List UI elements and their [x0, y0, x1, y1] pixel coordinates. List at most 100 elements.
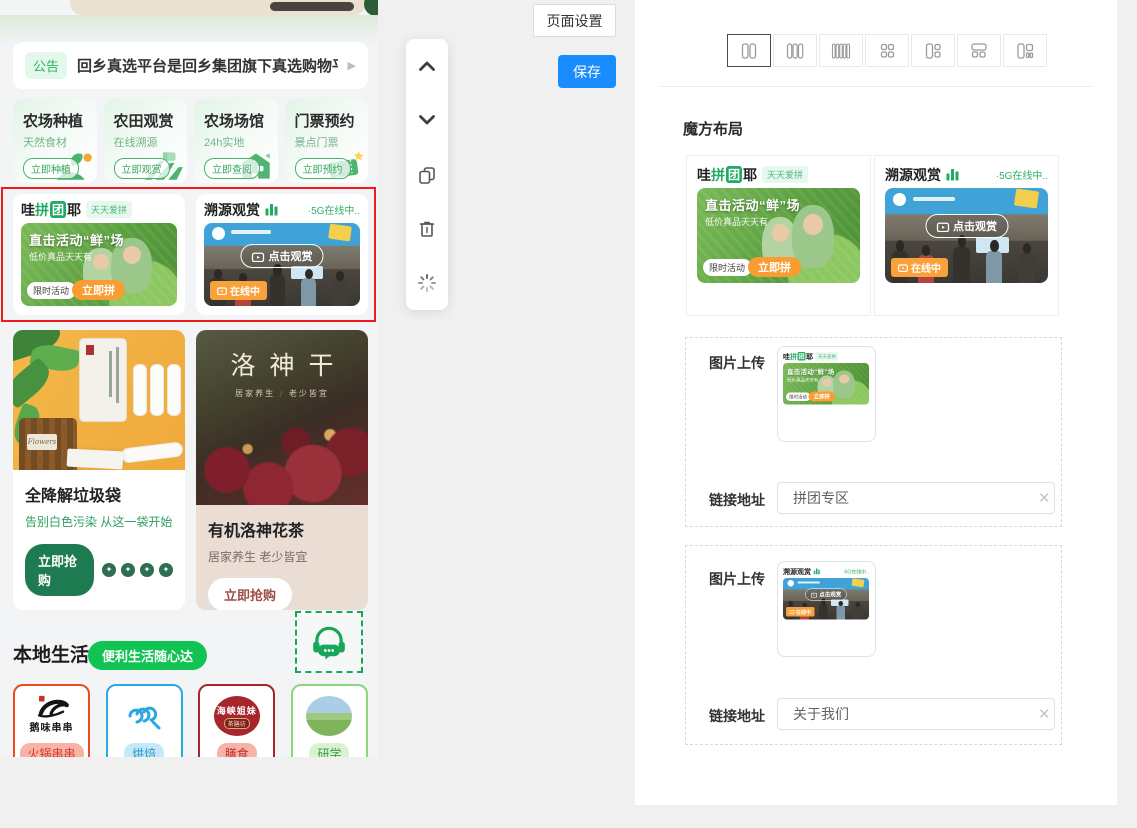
tv-play-icon	[252, 251, 265, 262]
uploaded-image-thumbnail-2[interactable]: 溯源观赏 ·5G在线中.. 点击观赏 在线中	[777, 561, 876, 657]
live-status-text: ·5G在线中..	[308, 202, 360, 217]
layout-option-row	[727, 34, 1047, 67]
groupbuy-banner-card[interactable]: 哇 拼 团 耶 天天爱拼 直击活动“鲜”场 低价真品天天有 限时活动 立即拼	[13, 194, 185, 315]
crowd-person	[270, 274, 286, 306]
live-banner-card[interactable]: 溯源观赏 ·5G在线中.. 点击观赏	[196, 194, 368, 315]
category-card-field-viewing[interactable]: 农田观赏 在线溯源 立即观赏	[104, 99, 188, 183]
category-card-farm-venue[interactable]: 农场场馆 24h实地 立即查阅	[194, 99, 278, 183]
bag-package	[79, 338, 127, 422]
top-banner-product-photo	[270, 2, 354, 11]
link-address-input-2[interactable]	[777, 698, 1055, 730]
category-title: 农田观赏	[114, 110, 188, 131]
live-banner-image[interactable]: 点击观赏 在线中	[204, 223, 360, 306]
category-button[interactable]: 立即预约	[295, 158, 351, 179]
shop-card-bakery[interactable]: 烘焙	[106, 684, 183, 757]
category-card-ticket-booking[interactable]: 门票预约 景点门票 立即预约	[285, 99, 369, 183]
layout-option-1-left-2-right[interactable]	[911, 34, 955, 67]
category-button[interactable]: 立即种植	[23, 158, 79, 179]
buy-now-button[interactable]: 立即抢购	[25, 544, 94, 596]
banner-title-part: 哇	[21, 200, 35, 220]
preview-cell-2[interactable]: 溯源观赏 ·5G在线中.. 点击观赏 在线中	[874, 155, 1059, 316]
shop-card-hotpot[interactable]: 鹅味串串 火锅串串	[13, 684, 90, 757]
uploaded-image-thumbnail-1[interactable]: 哇拼团耶 天天爱拼 直击活动“鲜”场 低价真品天天有 限时活动立即拼	[777, 346, 876, 442]
category-title: 门票预约	[295, 110, 369, 131]
local-life-heading: 本地生活	[13, 640, 89, 667]
link-label: 链接地址	[709, 706, 765, 726]
category-subtitle: 景点门票	[295, 134, 369, 150]
layout-option-3-columns[interactable]	[773, 34, 817, 67]
spinner-icon	[417, 273, 437, 293]
preview-cell-1[interactable]: 哇拼团耶 天天爱拼 直击活动“鲜”场 低价真品天天有 限时活动立即拼	[686, 155, 871, 316]
settings-panel: 魔方布局 哇拼团耶 天天爱拼 直击活动“鲜”场 低价真品天天有 限时活动立即拼 …	[635, 0, 1117, 805]
magic-cube-preview: 哇拼团耶 天天爱拼 直击活动“鲜”场 低价真品天天有 限时活动立即拼 溯源观赏 …	[686, 155, 1060, 316]
product-subtitle: 告别白色污染 从这一袋开始	[25, 513, 173, 530]
category-button[interactable]: 立即查阅	[204, 158, 260, 179]
category-subtitle: 24h实地	[204, 134, 278, 150]
chevron-up-icon	[417, 57, 437, 75]
haixia-sisters-logo: 海峡姐妹 茶膳坊	[214, 692, 260, 736]
phone-preview: 公告 回乡真选平台是回乡集团旗下真选购物平… ▶ 农场种植 天然食材 立即种植 …	[0, 0, 378, 757]
bar-chart-icon	[946, 168, 960, 181]
buy-now-button[interactable]: 立即抢购	[208, 578, 292, 610]
magic-cube-component[interactable]: 哇 拼 团 耶 天天爱拼 直击活动“鲜”场 低价真品天天有 限时活动 立即拼 溯…	[13, 194, 368, 315]
layout-option-grid-2x2[interactable]	[865, 34, 909, 67]
delete-button[interactable]	[416, 218, 438, 240]
move-down-button[interactable]	[416, 109, 438, 131]
roselle-poster: 洛神干 居家养生 / 老少皆宜	[196, 330, 368, 505]
move-up-button[interactable]	[416, 55, 438, 77]
top-banner-avatar	[364, 0, 378, 16]
layout-option-1-top-2-bottom[interactable]	[957, 34, 1001, 67]
garbage-bags-photo: Flowers	[13, 330, 185, 470]
clear-icon[interactable]: ✕	[1038, 489, 1051, 507]
layout-option-5-columns[interactable]	[819, 34, 863, 67]
join-group-button[interactable]: 立即拼	[72, 280, 125, 300]
duplicate-button[interactable]	[416, 164, 438, 186]
eco-certification-icons: ✦✦✦✦	[102, 563, 173, 577]
loading-button[interactable]	[416, 272, 438, 294]
trash-icon	[417, 219, 437, 239]
local-life-slogan-pill: 便利生活随心达	[88, 641, 207, 670]
bag-rolls	[133, 364, 181, 416]
watch-live-button[interactable]: 点击观赏	[241, 244, 324, 268]
save-button[interactable]: 保存	[558, 55, 616, 88]
category-button[interactable]: 立即观赏	[114, 158, 170, 179]
preview-groupbuy-image: 直击活动“鲜”场 低价真品天天有 限时活动立即拼	[697, 188, 860, 283]
product-card-garbage-bags[interactable]: Flowers 全降解垃圾袋 告别白色污染 从这一袋开始 立即抢购 ✦✦✦✦	[13, 330, 185, 610]
product-row: Flowers 全降解垃圾袋 告别白色污染 从这一袋开始 立即抢购 ✦✦✦✦ 洛…	[13, 330, 368, 610]
poster-title: 洛神干	[196, 346, 368, 382]
page-settings-button[interactable]: 页面设置	[533, 4, 616, 37]
layout-option-1-left-3-right[interactable]	[1003, 34, 1047, 67]
field-photo-logo	[306, 692, 352, 736]
shop-card-tea-kitchen[interactable]: 海峡姐妹 茶膳坊 膳食	[198, 684, 275, 757]
image-link-section-1: 图片上传 哇拼团耶 天天爱拼 直击活动“鲜”场 低价真品天天有 限时活动立即拼	[685, 337, 1062, 527]
bag-roll	[120, 441, 183, 463]
shop-tag: 研学	[309, 743, 349, 757]
announcement-bar[interactable]: 公告 回乡真选平台是回乡集团旗下真选购物平… ▶	[13, 42, 368, 89]
clipped-top-banner	[70, 0, 366, 15]
category-title: 农场种植	[23, 110, 97, 131]
panel-title: 魔方布局	[683, 118, 743, 139]
category-card-farm-planting[interactable]: 农场种植 天然食材 立即种植	[13, 99, 97, 183]
live-banner-header: 溯源观赏 ·5G在线中..	[204, 201, 360, 218]
shop-tag: 膳食	[217, 743, 257, 757]
divider	[659, 86, 1093, 87]
online-label: 在线中	[230, 283, 260, 298]
groupbuy-banner-image[interactable]: 直击活动“鲜”场 低价真品天天有 限时活动 立即拼	[21, 223, 177, 306]
category-subtitle: 在线溯源	[114, 134, 188, 150]
banner-title-part: 拼	[35, 200, 49, 220]
product-card-roselle-tea[interactable]: 洛神干 居家养生 / 老少皆宜 有机洛神花茶 居家养生 老少皆宜 立即抢购	[196, 330, 368, 610]
storefront-sign-number	[328, 223, 352, 241]
shop-row: 鹅味串串 火锅串串 烘焙 海峡姐妹 茶膳坊 膳食 研学	[13, 684, 368, 757]
clear-icon[interactable]: ✕	[1038, 705, 1051, 723]
shop-tag: 烘焙	[124, 743, 164, 757]
upload-label: 图片上传	[709, 569, 765, 589]
announcement-badge: 公告	[25, 52, 67, 79]
layout-option-2-columns[interactable]	[727, 34, 771, 67]
link-address-input-1[interactable]	[777, 482, 1055, 514]
image-link-section-2: 图片上传 溯源观赏 ·5G在线中.. 点击观赏 在线中	[685, 545, 1062, 745]
bar-chart-icon	[265, 203, 279, 216]
chevron-right-icon[interactable]: ▶	[348, 59, 356, 72]
customer-service-widget[interactable]	[295, 611, 363, 673]
shop-card-study-tour[interactable]: 研学	[291, 684, 368, 757]
shop-tag: 火锅串串	[19, 743, 83, 757]
